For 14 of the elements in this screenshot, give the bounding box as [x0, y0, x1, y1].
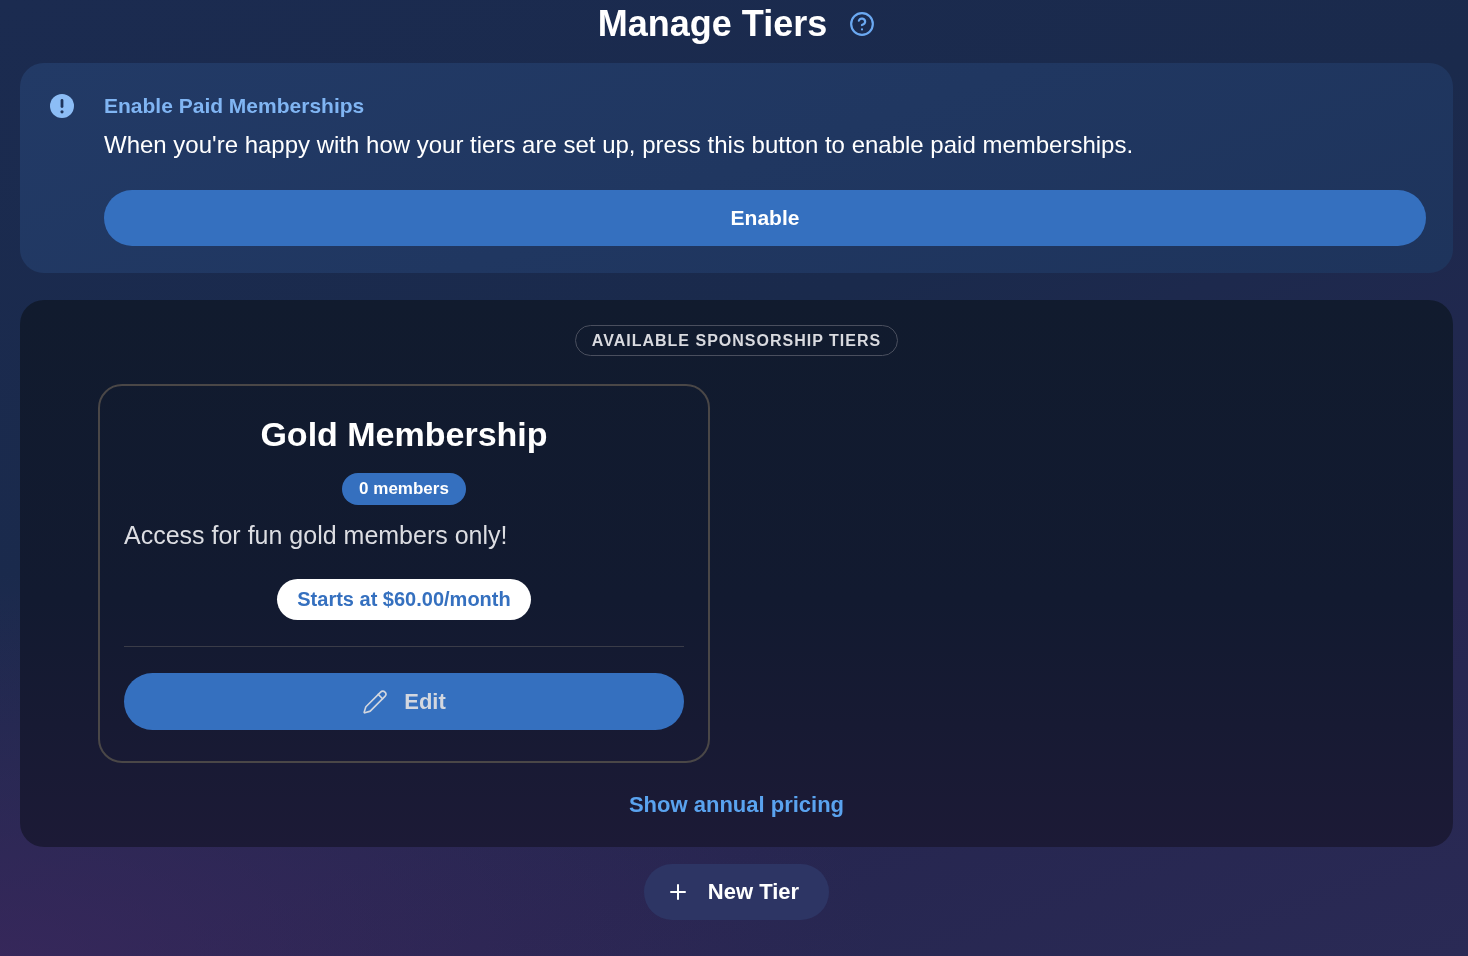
members-count: 0 members	[342, 473, 466, 505]
notice-title: Enable Paid Memberships	[104, 93, 366, 119]
enable-button[interactable]: Enable	[104, 190, 1426, 246]
edit-button[interactable]: Edit	[124, 673, 684, 730]
annual-pricing-link[interactable]: Show annual pricing	[628, 791, 845, 819]
help-icon[interactable]	[849, 10, 876, 37]
tier-name: Gold Membership	[260, 414, 548, 455]
tier-price: Starts at $60.00/month	[277, 579, 531, 620]
pencil-icon	[362, 688, 389, 715]
new-tier-button[interactable]: New Tier	[643, 864, 830, 920]
notice-message: When you're happy with how your tiers are set up, press this button to enable paid memberships.	[104, 130, 1135, 160]
page-title: Manage Tiers	[597, 2, 828, 45]
alert-icon	[50, 94, 74, 118]
tier-description: Access for fun gold members only!	[124, 520, 509, 551]
